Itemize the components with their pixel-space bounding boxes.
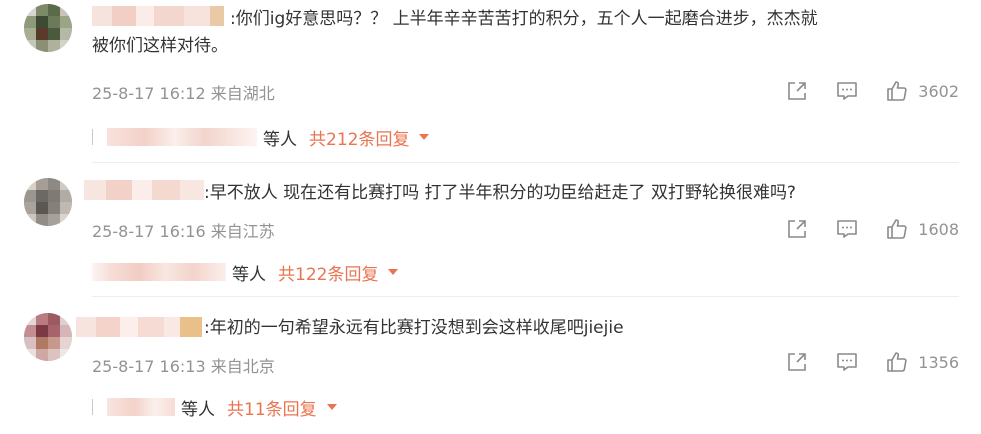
comment-divider (92, 296, 959, 297)
reply-people-label: 等人 (232, 264, 266, 285)
avatar[interactable] (24, 313, 72, 361)
like-count: 3602 (918, 81, 959, 101)
reply-count: 共11条回复 (227, 399, 317, 420)
reply-people-label: 等人 (263, 129, 297, 150)
comment-meta: 25-8-17 16:12 来自湖北 (92, 84, 275, 103)
comment-icon[interactable] (834, 216, 860, 242)
comment-text: :年初的一句希望永远有比赛打没想到会这样收尾吧jiejie (204, 315, 924, 342)
reply-summary: 等人 共212条回复 (92, 125, 430, 150)
avatar[interactable] (24, 4, 72, 52)
reply-usernames-blurred[interactable] (107, 128, 257, 146)
thumbs-up-icon[interactable] (884, 216, 910, 242)
reply-divider (92, 399, 93, 415)
like-count: 1356 (918, 352, 959, 372)
comment-divider (92, 162, 959, 163)
reply-usernames-blurred[interactable] (92, 263, 226, 281)
reply-divider (92, 129, 93, 145)
comment-text: :你们ig好意思吗？？ 上半年辛辛苦苦打的积分，五个人一起磨合进步，杰杰就 被你… (92, 6, 950, 60)
reply-people-label: 等人 (181, 399, 215, 420)
expand-replies-link[interactable]: 共11条回复 (227, 395, 337, 420)
comment-text-line: :你们ig好意思吗？？ 上半年辛辛苦苦打的积分，五个人一起磨合进步，杰杰就 (230, 9, 818, 29)
reply-count: 共122条回复 (278, 264, 379, 285)
comment-icon[interactable] (834, 78, 860, 104)
comment-actions: 1608 (760, 216, 959, 242)
share-icon[interactable] (784, 349, 810, 375)
comment-actions: 3602 (760, 78, 959, 104)
username-blurred[interactable] (92, 6, 230, 26)
comment-item: :早不放人 现在还有比赛打吗 打了半年积分的功臣给赶走了 双打野轮换很难吗? 2… (0, 170, 981, 300)
comment-text-line: 被你们这样对待。 (92, 36, 228, 56)
comment-text-line: :早不放人 现在还有比赛打吗 打了半年积分的功臣给赶走了 双打野轮换很难吗? (204, 183, 796, 203)
expand-replies-link[interactable]: 共122条回复 (278, 260, 399, 285)
caret-down-icon (326, 404, 337, 410)
expand-replies-link[interactable]: 共212条回复 (309, 125, 430, 150)
comment-icon[interactable] (834, 349, 860, 375)
share-icon[interactable] (784, 78, 810, 104)
comment-actions: 1356 (760, 349, 959, 375)
avatar[interactable] (24, 178, 72, 226)
comment-item: :年初的一句希望永远有比赛打没想到会这样收尾吧jiejie 25-8-17 16… (0, 305, 981, 434)
caret-down-icon (388, 269, 399, 275)
reply-summary: 等人 共122条回复 (92, 260, 399, 285)
caret-down-icon (419, 134, 430, 140)
comment-meta: 25-8-17 16:13 来自北京 (92, 357, 275, 376)
share-icon[interactable] (784, 216, 810, 242)
comment-text-line: :年初的一句希望永远有比赛打没想到会这样收尾吧jiejie (204, 318, 624, 338)
thumbs-up-icon[interactable] (884, 349, 910, 375)
username-blurred[interactable] (84, 180, 204, 200)
comment-meta: 25-8-17 16:16 来自江苏 (92, 222, 275, 241)
like-count: 1608 (918, 219, 959, 239)
comment-item: :你们ig好意思吗？？ 上半年辛辛苦苦打的积分，五个人一起磨合进步，杰杰就 被你… (0, 0, 981, 163)
thumbs-up-icon[interactable] (884, 78, 910, 104)
comment-text: :早不放人 现在还有比赛打吗 打了半年积分的功臣给赶走了 双打野轮换很难吗? (204, 180, 924, 207)
reply-usernames-blurred[interactable] (107, 398, 175, 416)
username-blurred[interactable] (76, 317, 202, 337)
reply-count: 共212条回复 (309, 129, 410, 150)
reply-summary: 等人 共11条回复 (92, 395, 337, 420)
